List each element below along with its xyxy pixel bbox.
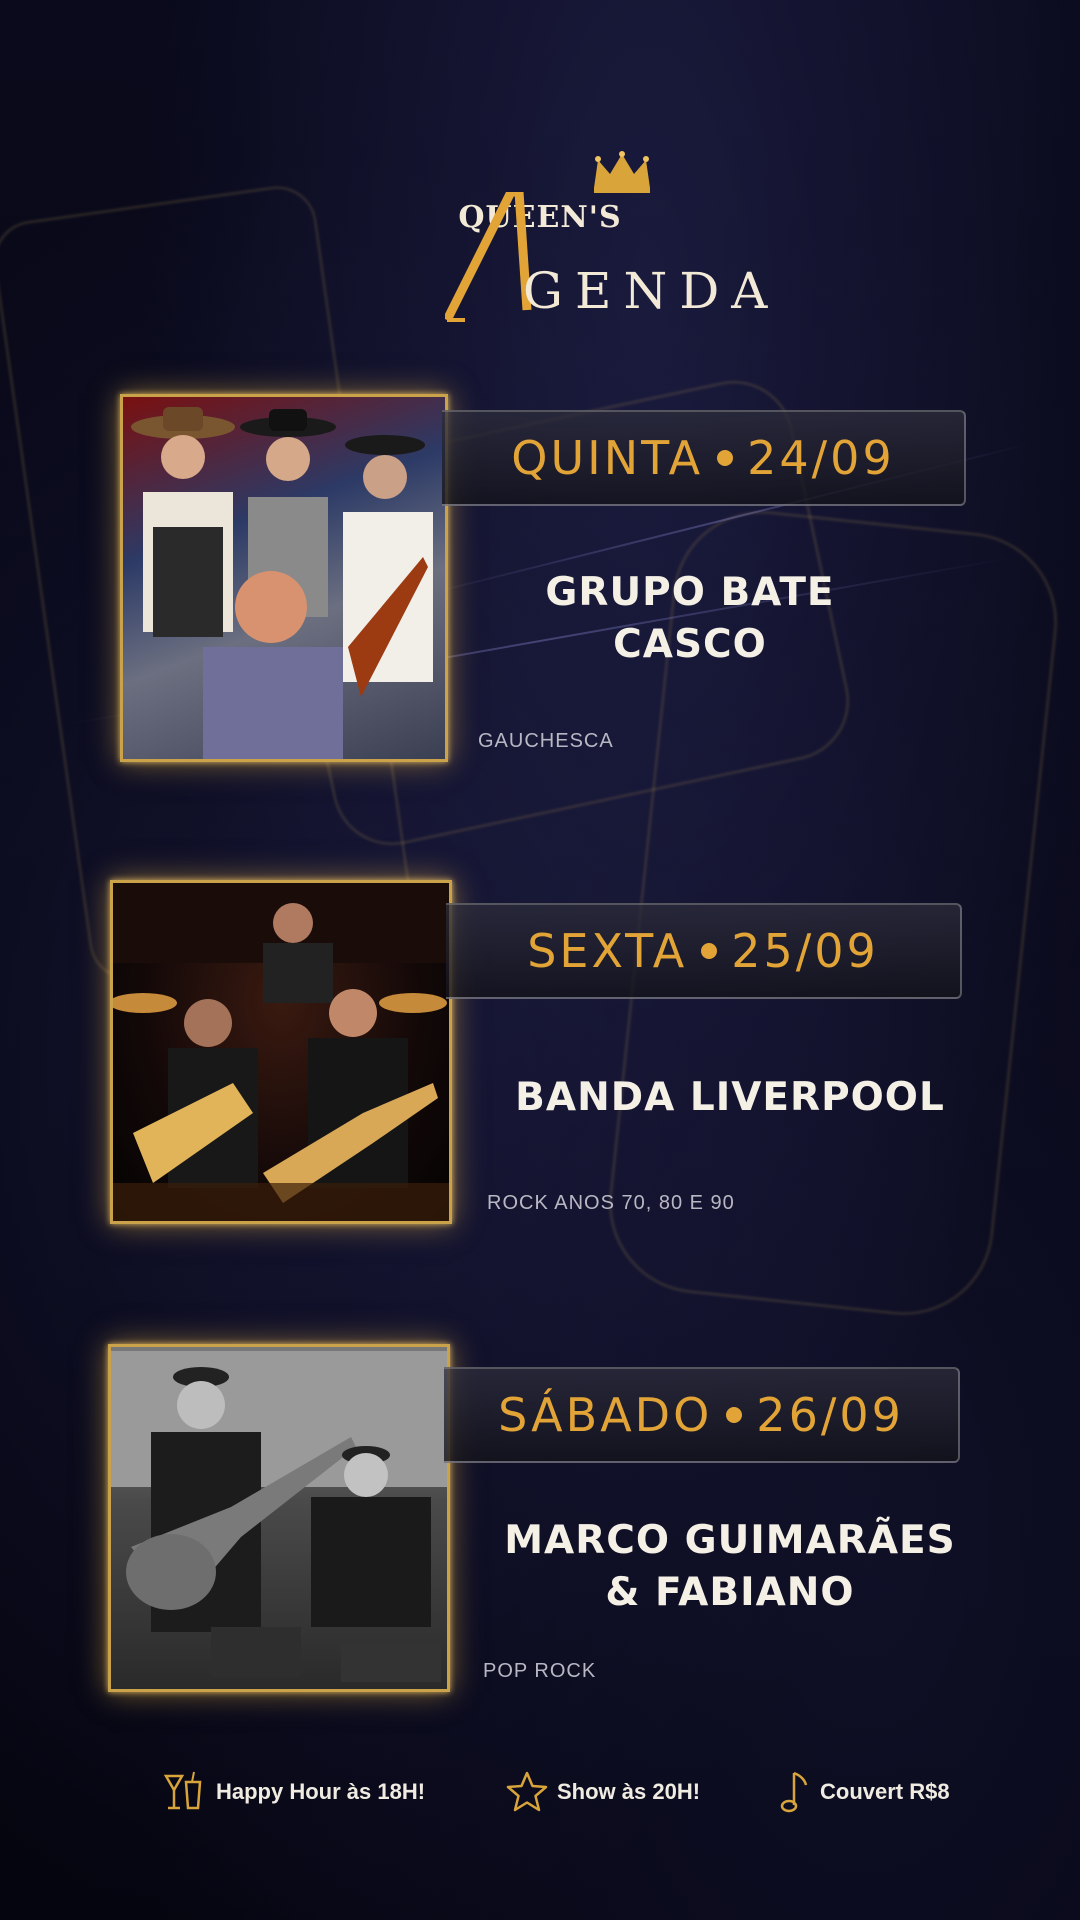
- genre-label: ROCK ANOS 70, 80 E 90: [487, 1192, 735, 1214]
- crown-icon: [594, 151, 650, 193]
- show-text: Show às 20H!: [557, 1779, 701, 1804]
- band-name-line: & FABIANO: [605, 1570, 855, 1615]
- band-photo: [110, 880, 452, 1224]
- happy-hour-info: Happy Hour às 18H!: [160, 1762, 425, 1822]
- band-photo: [120, 394, 448, 762]
- couvert-info: Couvert R$8: [780, 1762, 950, 1822]
- band-name-line: BANDA LIVERPOOL: [515, 1075, 945, 1120]
- event-day: QUINTA: [511, 431, 704, 485]
- music-note-icon: [780, 1771, 808, 1813]
- band-name: GRUPO BATE CASCO: [480, 567, 900, 671]
- band-name-line: CASCO: [613, 622, 767, 667]
- band-name: MARCO GUIMARÃES & FABIANO: [460, 1515, 1000, 1619]
- event-day: SÁBADO: [498, 1388, 713, 1442]
- genre-label: POP ROCK: [483, 1660, 597, 1682]
- event-date-box: SEXTA 25/09: [446, 903, 962, 999]
- bullet-dot: [701, 943, 718, 959]
- happy-hour-text: Happy Hour às 18H!: [216, 1779, 426, 1804]
- band-name-line: MARCO GUIMARÃES: [504, 1518, 956, 1563]
- event-date-box: SÁBADO 26/09: [444, 1367, 960, 1463]
- event-day: SEXTA: [527, 924, 688, 978]
- page-title: GENDA: [445, 192, 767, 322]
- bullet-dot: [717, 450, 734, 466]
- genre-label: GAUCHESCA: [478, 730, 614, 752]
- event-date: 24/09: [747, 431, 895, 485]
- star-icon: [506, 1771, 548, 1812]
- cocktail-icon: [163, 1771, 202, 1810]
- bullet-dot: [726, 1407, 743, 1423]
- event-date: 26/09: [756, 1388, 904, 1442]
- event-date: 25/09: [731, 924, 879, 978]
- header: QUEEN'S GENDA: [0, 140, 1080, 340]
- event-date-box: QUINTA 24/09: [442, 410, 966, 506]
- title-text: GENDA: [523, 262, 780, 320]
- stylized-a-letter: [445, 192, 532, 322]
- band-name: BANDA LIVERPOOL: [470, 1072, 990, 1124]
- show-info: Show às 20H!: [505, 1762, 700, 1822]
- couvert-text: Couvert R$8: [820, 1779, 950, 1804]
- band-photo: [108, 1344, 450, 1692]
- band-name-line: GRUPO BATE: [545, 570, 835, 615]
